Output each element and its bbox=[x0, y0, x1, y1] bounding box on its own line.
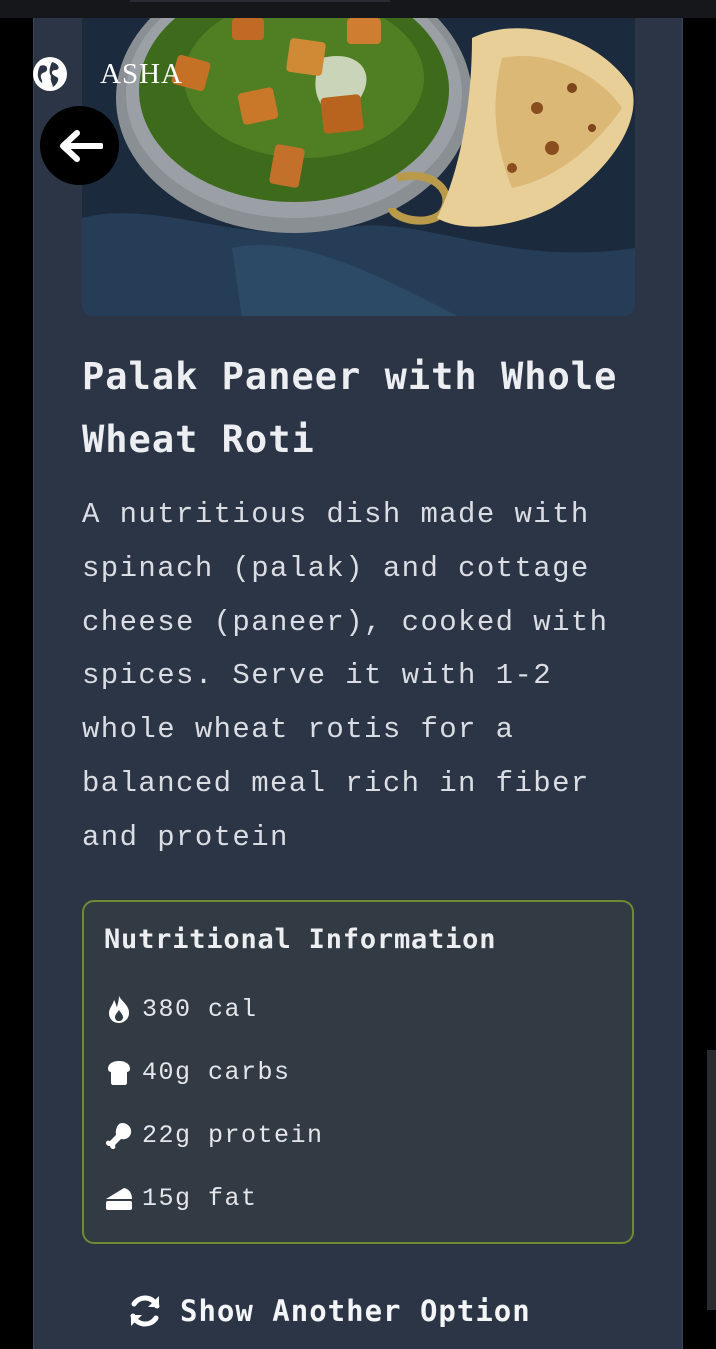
refresh-icon bbox=[130, 1295, 160, 1327]
arrow-left-icon bbox=[59, 129, 103, 162]
globe-icon bbox=[33, 57, 67, 91]
recipe-title: Palak Paneer with Whole Wheat Roti bbox=[82, 355, 618, 461]
drumstick-icon bbox=[106, 1123, 132, 1149]
nutrient-calories: 380 cal bbox=[104, 994, 258, 1024]
back-button[interactable] bbox=[40, 106, 119, 185]
brand-name: ASHA bbox=[100, 57, 183, 90]
top-bar-line bbox=[130, 0, 390, 2]
nutrient-label: 380 cal bbox=[142, 994, 258, 1024]
nutrient-fat: 15g fat bbox=[104, 1183, 258, 1213]
top-bar bbox=[0, 0, 716, 18]
fire-icon bbox=[109, 996, 129, 1023]
nutrient-label: 40g carbs bbox=[142, 1057, 291, 1087]
nutrient-carbs: 40g carbs bbox=[104, 1057, 291, 1087]
show-another-option-button[interactable]: Show Another Option bbox=[126, 1292, 531, 1330]
scrollbar[interactable] bbox=[707, 1050, 716, 1310]
nutrient-label: 22g protein bbox=[142, 1120, 324, 1150]
cheese-icon bbox=[106, 1188, 132, 1210]
show-another-label: Show Another Option bbox=[180, 1294, 531, 1328]
brand[interactable]: ASHA bbox=[32, 56, 183, 92]
nutrient-protein: 22g protein bbox=[104, 1120, 324, 1150]
recipe-description: A nutritious dish made with spinach (pal… bbox=[82, 498, 609, 854]
nutrition-panel: Nutritional Information 380 cal 40g carb… bbox=[82, 900, 634, 1244]
bread-icon bbox=[108, 1061, 130, 1085]
nutrition-title: Nutritional Information bbox=[104, 924, 497, 955]
nutrient-label: 15g fat bbox=[142, 1183, 258, 1213]
